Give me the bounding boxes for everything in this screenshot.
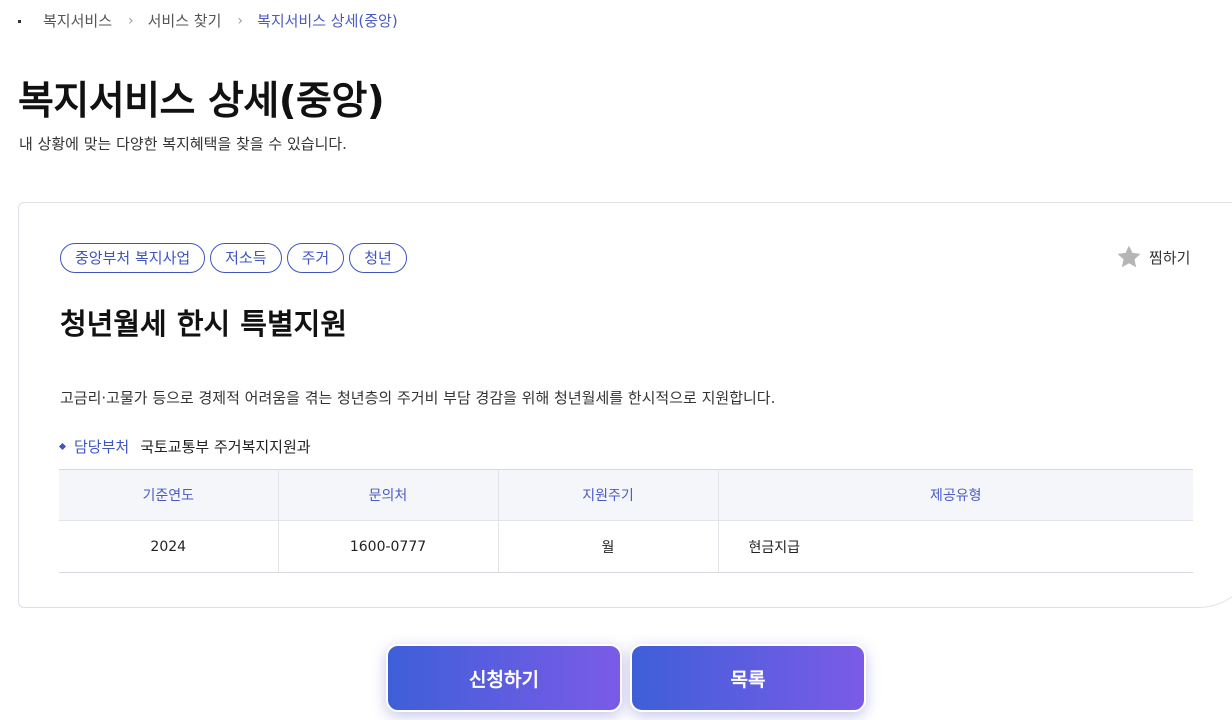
star-icon: [1117, 245, 1141, 268]
tag-low-income: 저소득: [210, 243, 282, 273]
department-value: 국토교통부 주거복지지원과: [140, 438, 311, 456]
action-buttons: 신청하기 목록: [386, 644, 866, 712]
cell-contact: 1600-0777: [278, 520, 499, 573]
apply-button[interactable]: 신청하기: [386, 644, 622, 712]
department-label: 담당부처: [74, 438, 130, 456]
chevron-right-icon: ›: [128, 12, 134, 29]
page-subtitle: 내 상황에 맞는 다양한 복지혜택을 찾을 수 있습니다.: [19, 135, 347, 153]
tag-central-ministry: 중앙부처 복지사업: [60, 243, 206, 273]
breadcrumb: 복지서비스 › 서비스 찾기 › 복지서비스 상세(중앙): [18, 10, 398, 31]
chevron-right-icon: ›: [237, 12, 244, 29]
breadcrumb-item-welfare[interactable]: 복지서비스: [43, 10, 112, 31]
page-title: 복지서비스 상세(중앙): [18, 79, 385, 124]
service-description: 고금리·고물가 등으로 경제적 어려움을 겪는 청년층의 주거비 부담 경감을 …: [60, 389, 776, 407]
favorite-label: 찜하기: [1149, 248, 1191, 267]
cell-support-cycle: 월: [498, 520, 719, 573]
favorite-button[interactable]: 찜하기: [1115, 243, 1190, 271]
service-info-table: 기준연도 문의처 지원주기 제공유형 2024 1600-0777 월 현금지급: [59, 469, 1193, 573]
home-bullet-icon: [18, 20, 21, 23]
header-support-cycle: 지원주기: [498, 469, 719, 521]
tag-housing: 주거: [286, 243, 345, 273]
service-title: 청년월세 한시 특별지원: [60, 307, 347, 341]
department-info: 담당부처 국토교통부 주거복지지원과: [58, 436, 311, 457]
header-contact: 문의처: [278, 469, 499, 521]
header-base-year: 기준연도: [59, 469, 279, 521]
table-header-row: 기준연도 문의처 지원주기 제공유형: [59, 469, 1193, 521]
header-provision-type: 제공유형: [718, 469, 1193, 521]
breadcrumb-item-find[interactable]: 서비스 찾기: [148, 10, 222, 31]
diamond-bullet-icon: [58, 442, 67, 451]
tag-youth: 청년: [349, 243, 407, 273]
cell-provision-type: 현금지급: [718, 520, 1193, 573]
table-row: 2024 1600-0777 월 현금지급: [59, 520, 1193, 573]
cell-base-year: 2024: [59, 520, 279, 573]
tag-list: 중앙부처 복지사업 저소득 주거 청년: [60, 243, 407, 273]
breadcrumb-item-current: 복지서비스 상세(중앙): [257, 12, 398, 30]
service-card: 중앙부처 복지사업 저소득 주거 청년 찜하기 청년월세 한시 특별지원 고금리…: [18, 202, 1232, 608]
list-button[interactable]: 목록: [630, 644, 866, 712]
